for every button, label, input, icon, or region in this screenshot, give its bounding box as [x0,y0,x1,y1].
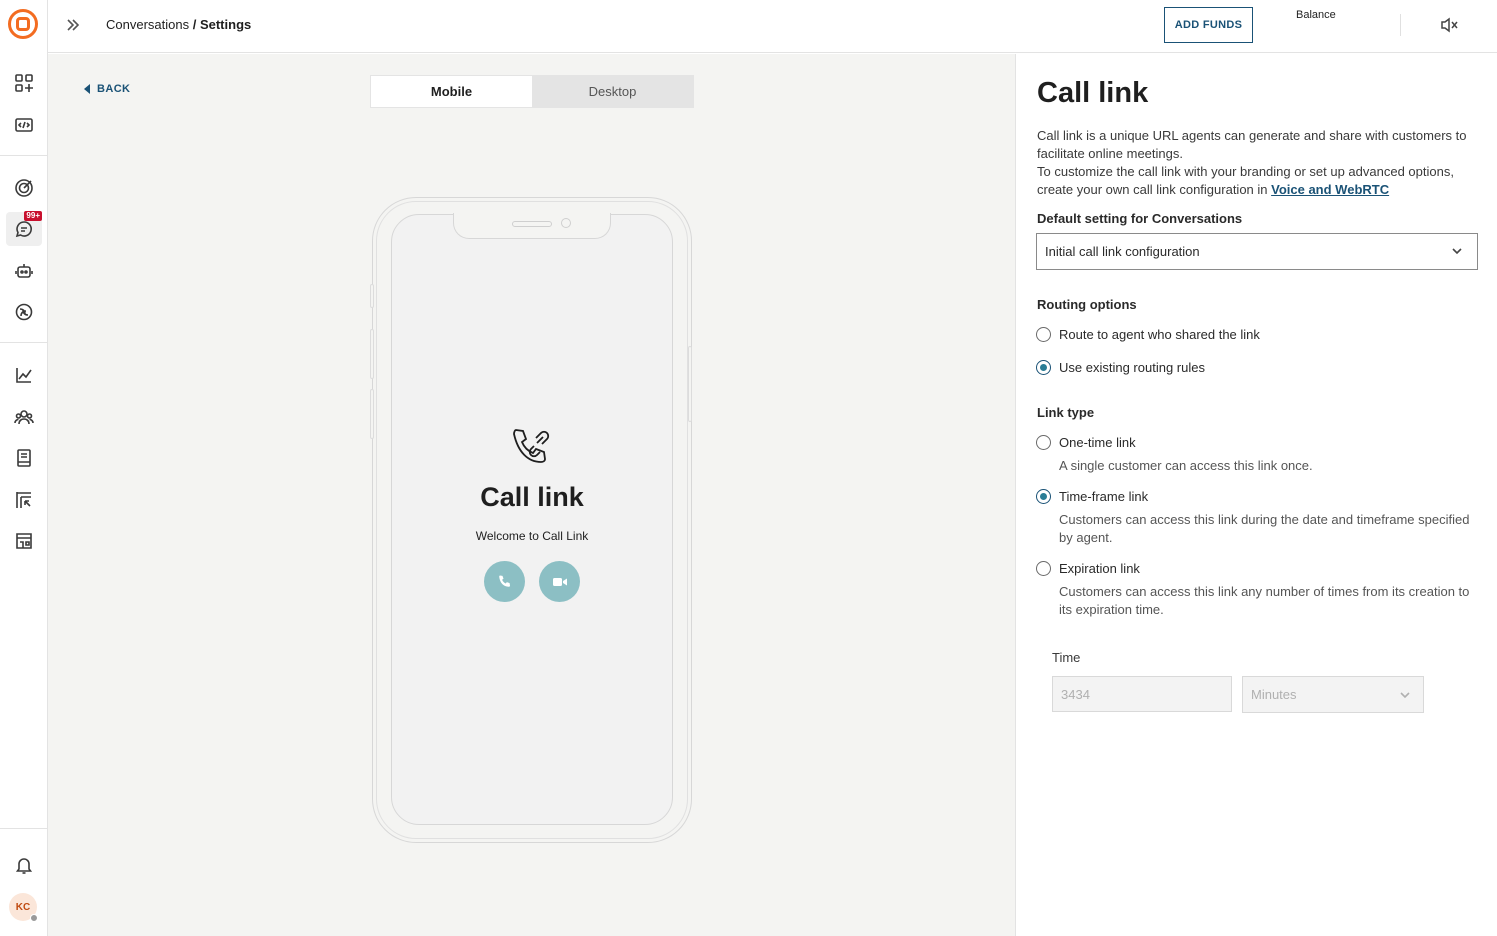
chat-icon[interactable]: 99+ [6,211,42,246]
time-unit-select[interactable]: Minutes [1242,676,1424,713]
radio-button[interactable] [1036,327,1051,342]
book-icon[interactable] [6,441,42,475]
app-root: 99+ KC Conversations / Settings ADD FUND… [0,0,1497,936]
routing-options-label: Routing options [1037,297,1137,312]
speaker-mute-icon[interactable] [1439,15,1461,35]
phone-side-button [370,329,374,379]
voice-webrtc-link[interactable]: Voice and WebRTC [1271,182,1389,197]
breadcrumb-separator: / [189,17,200,32]
chevron-down-icon [1451,245,1463,257]
radio-button[interactable] [1036,435,1051,450]
status-indicator [30,914,38,922]
exchange-icon[interactable] [6,483,42,517]
breadcrumb-current: Settings [199,17,252,32]
store-icon[interactable] [6,524,42,558]
notification-badge: 99+ [24,211,42,221]
expiration-link-help: Customers can access this link any numbe… [1059,584,1470,617]
expand-sidebar-icon[interactable] [62,14,84,36]
radio-one-time-link[interactable]: One-time link [1036,435,1136,450]
settings-panel: Call link Call link is a unique URL agen… [1015,54,1497,936]
phone-icon [498,575,510,587]
apps-icon[interactable] [6,66,42,100]
device-toggle: Mobile Desktop [370,75,694,108]
radio-label: One-time link [1059,435,1136,450]
radio-button-selected[interactable] [1036,489,1051,504]
link-type-label: Link type [1037,405,1095,420]
back-label: BACK [97,83,131,95]
default-setting-label: Default setting for Conversations [1037,211,1243,226]
radio-label: Time-frame link [1059,489,1149,504]
video-call-button[interactable] [539,561,580,602]
phone-speaker [512,221,552,227]
bot-icon[interactable] [6,254,42,288]
balance-label: Balance [1296,9,1336,21]
time-input[interactable]: 3434 [1052,676,1232,712]
phone-title: Call link [480,482,584,512]
radio-time-frame-link[interactable]: Time-frame link [1036,489,1148,504]
phone-side-button [688,346,692,422]
phone-camera [561,218,571,228]
tab-mobile[interactable]: Mobile [371,76,532,107]
page-title: Call link [1037,77,1149,109]
voice-call-button[interactable] [484,561,525,602]
default-setting-value: Initial call link configuration [1045,244,1200,259]
ai-icon[interactable] [6,295,42,329]
add-funds-button[interactable]: ADD FUNDS [1164,7,1253,43]
radio-label: Use existing routing rules [1059,360,1205,375]
header-divider [1400,14,1401,36]
radio-button-selected[interactable] [1036,360,1051,375]
bell-icon[interactable] [6,848,42,882]
time-frame-link-help: Customers can access this link during th… [1059,512,1470,545]
phone-content: Call link Welcome to Call Link [391,424,673,602]
target-icon[interactable] [6,171,42,205]
radio-route-to-agent[interactable]: Route to agent who shared the link [1036,327,1260,342]
description-line-2: To customize the call link with your bra… [1037,164,1454,197]
default-setting-select[interactable]: Initial call link configuration [1036,233,1478,270]
radio-button[interactable] [1036,561,1051,576]
breadcrumb: Conversations / Settings [106,17,251,32]
back-arrow-icon [84,84,90,94]
call-buttons [391,561,673,602]
people-icon[interactable] [6,400,42,434]
preview-area: BACK Mobile Desktop Call link Welcome to… [48,54,1015,936]
radio-label: Route to agent who shared the link [1059,327,1260,342]
radio-existing-routing[interactable]: Use existing routing rules [1036,360,1205,375]
brand-logo-icon[interactable] [8,9,38,39]
phone-side-button [370,389,374,439]
tab-desktop[interactable]: Desktop [532,76,693,107]
sidebar: 99+ KC [0,0,48,936]
video-camera-icon [552,577,567,586]
top-header: Conversations / Settings ADD FUNDS Balan… [48,0,1497,53]
code-icon[interactable] [6,108,42,142]
description-line-1: Call link is a unique URL agents can gen… [1037,128,1467,161]
back-button[interactable]: BACK [84,83,130,95]
phone-subtitle: Welcome to Call Link [475,529,589,543]
description: Call link is a unique URL agents can gen… [1037,127,1482,199]
radio-expiration-link[interactable]: Expiration link [1036,561,1140,576]
time-label: Time [1052,650,1081,665]
chevron-down-icon [1399,689,1411,704]
time-unit-value: Minutes [1251,687,1297,702]
phone-link-icon [508,424,556,472]
breadcrumb-parent[interactable]: Conversations [106,17,189,32]
radio-label: Expiration link [1059,561,1140,576]
one-time-link-help: A single customer can access this link o… [1059,458,1313,473]
phone-side-button [370,284,374,308]
analytics-icon[interactable] [6,358,42,392]
